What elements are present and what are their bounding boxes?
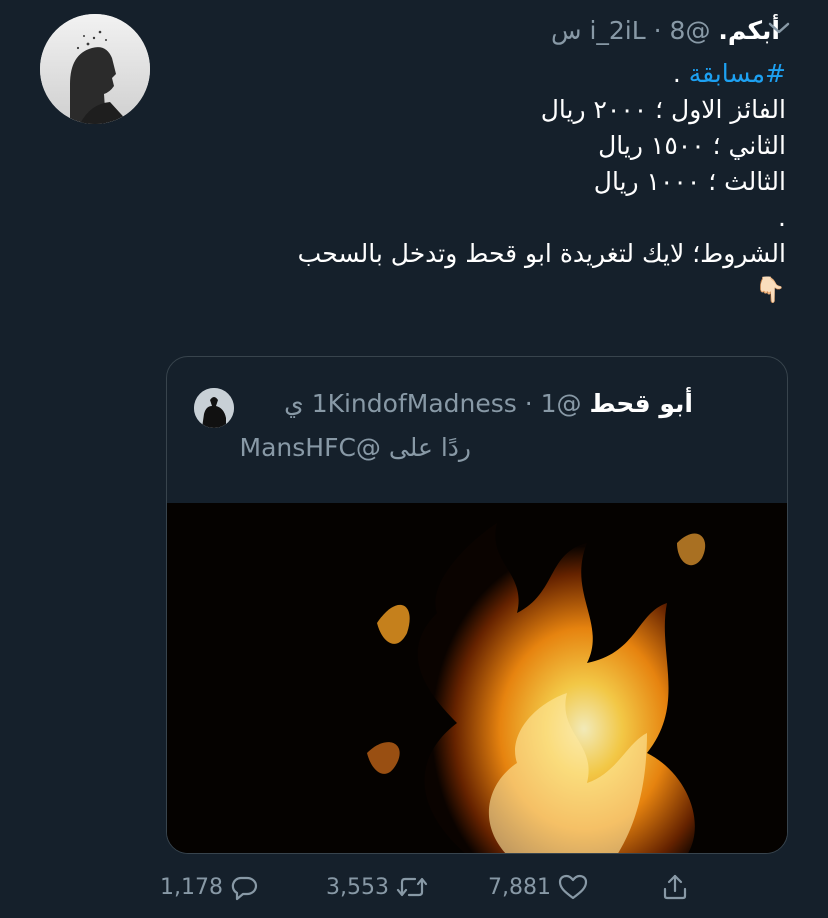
quote-header: أبو قحط @1KindofMadness · 1 ي bbox=[284, 387, 693, 421]
quote-meta-separator: · bbox=[524, 389, 533, 418]
hashtag-link[interactable]: #مسابقة bbox=[689, 59, 786, 88]
reply-count: 1,178 bbox=[160, 874, 223, 900]
meta-separator: · bbox=[653, 16, 662, 45]
tweet-text: #مسابقة . الفائز الاول ؛ ٢٠٠٠ ريال الثان… bbox=[176, 56, 786, 308]
like-count: 7,881 bbox=[488, 874, 551, 900]
hashtag-suffix: . bbox=[672, 59, 689, 88]
avatar-image bbox=[40, 14, 150, 124]
prize-second: الثاني ؛ ١٥٠٠ ريال bbox=[598, 131, 786, 160]
conditions-line: الشروط؛ لايك لتغريدة ابو قحط وتدخل بالسح… bbox=[297, 239, 786, 268]
reply-button[interactable]: 1,178 bbox=[160, 870, 259, 904]
hashtag-line: #مسابقة . bbox=[176, 56, 786, 92]
dot-line: . bbox=[778, 203, 786, 232]
quote-avatar bbox=[194, 388, 234, 428]
username[interactable]: @i_2iL bbox=[589, 16, 710, 45]
tweet-header: أبكم. @i_2iL · 8 س bbox=[170, 14, 780, 48]
tweet[interactable]: أبكم. @i_2iL · 8 س #مسابقة . الفائز الاو… bbox=[0, 0, 828, 918]
chevron-down-icon[interactable] bbox=[766, 18, 792, 38]
pointing-down-emoji: 👇🏻 bbox=[754, 275, 786, 304]
prize-first: الفائز الاول ؛ ٢٠٠٠ ريال bbox=[540, 95, 786, 124]
quote-media-image[interactable] bbox=[167, 503, 787, 853]
reply-icon bbox=[229, 872, 259, 902]
quote-reply-to: ردًا على @MansHFC bbox=[239, 433, 471, 462]
tweet-actions: 1,178 3,553 7,881 bbox=[0, 862, 828, 912]
quoted-tweet[interactable]: أبو قحط @1KindofMadness · 1 ي ردًا على @… bbox=[166, 356, 788, 854]
avatar[interactable] bbox=[40, 14, 150, 124]
like-button[interactable]: 7,881 bbox=[488, 870, 589, 904]
retweet-button[interactable]: 3,553 bbox=[326, 870, 429, 904]
share-button[interactable] bbox=[660, 870, 690, 904]
share-icon bbox=[660, 872, 690, 902]
retweet-count: 3,553 bbox=[326, 874, 389, 900]
prize-third: الثالث ؛ ١٠٠٠ ريال bbox=[593, 167, 786, 196]
heart-icon bbox=[557, 872, 589, 902]
quote-display-name: أبو قحط bbox=[589, 389, 694, 418]
retweet-icon bbox=[395, 872, 429, 902]
